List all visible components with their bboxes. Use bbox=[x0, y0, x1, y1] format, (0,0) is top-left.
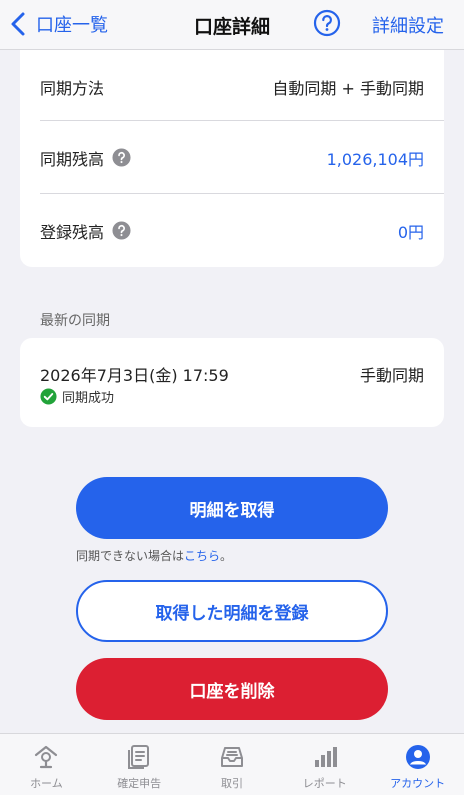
tab-home[interactable]: ホーム bbox=[0, 734, 93, 795]
sync-help-note: 同期できない場合はこちら。 bbox=[76, 547, 232, 564]
tab-reports-label: レポート bbox=[302, 777, 347, 790]
check-circle-icon bbox=[40, 388, 57, 405]
question-icon[interactable] bbox=[112, 221, 131, 240]
fetch-statements-button[interactable]: 明細を取得 bbox=[76, 477, 388, 539]
help-icon[interactable] bbox=[313, 9, 341, 37]
tab-reports[interactable]: レポート bbox=[278, 734, 371, 795]
sync-help-note-suffix: 。 bbox=[220, 549, 233, 563]
tray-icon bbox=[220, 747, 243, 767]
tab-account-label: アカウント bbox=[390, 777, 446, 790]
bar-chart-icon bbox=[314, 747, 337, 767]
tab-transactions[interactable]: 取引 bbox=[186, 734, 279, 795]
tab-account[interactable]: アカウント bbox=[371, 734, 464, 795]
advanced-settings-button[interactable]: 詳細設定 bbox=[372, 12, 444, 38]
sync-help-note-text: 同期できない場合は bbox=[76, 549, 185, 563]
latest-sync-section-label: 最新の同期 bbox=[40, 313, 110, 329]
registered-balance-row: 登録残高 0円 bbox=[40, 194, 424, 267]
document-icon bbox=[128, 745, 150, 769]
synced-balance-label: 同期残高 bbox=[40, 149, 105, 169]
sync-status-text: 同期成功 bbox=[62, 391, 115, 406]
sync-datetime: 2026年7月3日(金) 17:59 bbox=[40, 366, 229, 385]
sync-status: 同期成功 bbox=[40, 387, 114, 406]
tab-transactions-label: 取引 bbox=[220, 777, 243, 790]
navigation-bar: 口座一覧 口座詳細 詳細設定 bbox=[0, 0, 464, 50]
registered-balance-value: 0円 bbox=[397, 222, 424, 242]
delete-account-button[interactable]: 口座を削除 bbox=[76, 658, 388, 720]
tab-tax-return[interactable]: 確定申告 bbox=[93, 734, 186, 795]
sync-help-link[interactable]: こちら bbox=[184, 549, 220, 563]
sync-method-value: 自動同期 + 手動同期 bbox=[272, 78, 424, 98]
latest-sync-card: 2026年7月3日(金) 17:59 手動同期 同期成功 bbox=[20, 338, 444, 427]
register-statements-button[interactable]: 取得した明細を登録 bbox=[76, 580, 388, 642]
account-icon bbox=[405, 745, 430, 769]
sync-method-row: 同期方法 自動同期 + 手動同期 bbox=[40, 50, 424, 123]
account-details-card: 同期方法 自動同期 + 手動同期 同期残高 1,026,104円 登録残高 0円 bbox=[20, 50, 444, 267]
synced-balance-value: 1,026,104円 bbox=[326, 149, 424, 169]
registered-balance-label: 登録残高 bbox=[40, 222, 105, 242]
tab-bar: ホーム 確定申告 取引 レポート アカウント bbox=[0, 733, 464, 795]
tab-tax-return-label: 確定申告 bbox=[117, 777, 162, 790]
sync-type: 手動同期 bbox=[359, 366, 424, 385]
question-icon[interactable] bbox=[112, 148, 131, 167]
tab-home-label: ホーム bbox=[30, 777, 63, 790]
sync-method-label: 同期方法 bbox=[40, 78, 105, 98]
synced-balance-row: 同期残高 1,026,104円 bbox=[40, 121, 424, 194]
home-icon bbox=[35, 745, 58, 769]
